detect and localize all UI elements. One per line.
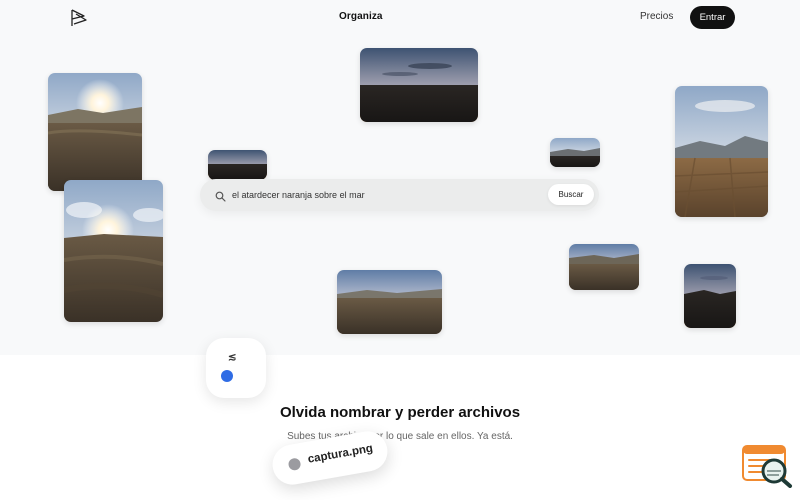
photo-sun-flare-field[interactable] [64, 180, 163, 322]
top-nav: Organiza Precios Entrar [0, 0, 800, 36]
brand-logo-icon[interactable] [68, 8, 90, 28]
file-dot [287, 457, 302, 472]
search-icon [215, 189, 226, 202]
photo-dusk-field[interactable] [337, 270, 442, 334]
photo-distant-mountains[interactable] [550, 138, 600, 167]
card-mark: ≲ [228, 352, 237, 363]
search-button[interactable]: Buscar [548, 184, 594, 205]
photo-valley-fields[interactable] [675, 86, 768, 217]
photo-orange-horizon[interactable] [208, 150, 267, 180]
help-widget[interactable] [741, 444, 793, 488]
photo-sunset-hills[interactable] [360, 48, 478, 122]
photo-twilight-landscape[interactable] [569, 244, 639, 290]
feature-section [0, 355, 800, 500]
search-input[interactable] [232, 185, 532, 205]
feature-subtext: Subes tus archi… por lo que sale en ello… [287, 431, 513, 442]
photo-mountain-silhouette[interactable] [684, 264, 736, 328]
search-bar [200, 179, 599, 211]
pricing-link[interactable]: Precios [640, 11, 673, 22]
file-name: captura.png [306, 442, 374, 466]
magnifier-widget-icon [742, 445, 792, 488]
floating-card [206, 338, 266, 398]
login-button[interactable]: Entrar [690, 6, 735, 29]
brand-name[interactable]: Organiza [339, 11, 383, 22]
photo-sunset-field[interactable] [48, 73, 142, 191]
status-dot [221, 370, 233, 382]
feature-heading: Olvida nombrar y perder archivos [279, 404, 521, 421]
